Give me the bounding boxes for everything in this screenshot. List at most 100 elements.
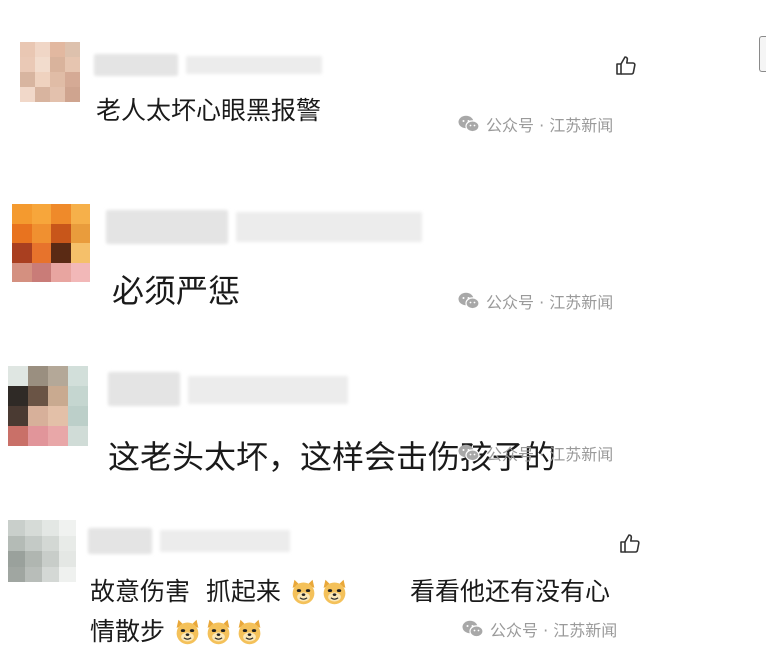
avatar-pixel: [65, 87, 80, 102]
avatar-pixel: [59, 551, 76, 567]
avatar[interactable]: [20, 42, 80, 102]
avatar-pixel: [12, 223, 32, 243]
avatar-pixel: [42, 551, 59, 567]
avatar-pixel: [48, 366, 68, 386]
avatar-pixel: [42, 566, 59, 582]
avatar-pixel: [8, 566, 25, 582]
avatar-pixel: [25, 535, 42, 551]
avatar-pixel: [68, 386, 88, 406]
avatar-pixel: [70, 223, 90, 243]
avatar-pixel: [68, 406, 88, 426]
username-blurred: [236, 212, 422, 242]
username-blurred: [106, 210, 228, 244]
thumbs-up-icon[interactable]: [614, 54, 638, 78]
watermark: 公众号 · 江苏新闻: [458, 289, 613, 313]
avatar-pixel: [28, 366, 48, 386]
avatar-pixel: [31, 204, 51, 224]
avatar-pixel: [28, 406, 48, 426]
avatar-pixel: [25, 551, 42, 567]
doge-emoji-icon: [235, 617, 264, 646]
avatar-pixel: [31, 262, 51, 282]
avatar-pixel: [48, 386, 68, 406]
avatar-pixel: [31, 243, 51, 263]
username-blurred: [188, 376, 348, 404]
avatar-pixel: [50, 57, 65, 72]
wechat-icon: [458, 115, 480, 133]
avatar-pixel: [35, 72, 50, 87]
doge-emoji-icon: [173, 617, 202, 646]
avatar-pixel: [8, 520, 25, 536]
watermark: 公众号 · 江苏新闻: [458, 441, 613, 465]
wechat-icon: [458, 444, 480, 462]
avatar-pixel: [12, 262, 32, 282]
avatar-pixel: [28, 386, 48, 406]
avatar-pixel: [25, 520, 42, 536]
wechat-icon: [462, 620, 484, 638]
thumbs-up-icon[interactable]: [618, 532, 642, 556]
avatar-pixel: [35, 57, 50, 72]
avatar-pixel: [20, 57, 35, 72]
avatar-pixel: [42, 520, 59, 536]
avatar-pixel: [8, 366, 28, 386]
comment-text-line2: 情散步: [90, 612, 266, 648]
avatar[interactable]: [8, 366, 88, 446]
watermark-text: 公众号 · 江苏新闻: [486, 293, 614, 312]
avatar-pixel: [59, 566, 76, 582]
avatar-pixel: [59, 535, 76, 551]
username-blurred: [94, 54, 178, 76]
doge-emoji-icon: [204, 617, 233, 646]
avatar-pixel: [20, 87, 35, 102]
avatar-pixel: [8, 426, 28, 446]
avatar-pixel: [20, 72, 35, 87]
avatar-pixel: [50, 87, 65, 102]
comment-text: 看看他还有没有心: [410, 577, 611, 606]
watermark: 公众号 · 江苏新闻: [458, 112, 613, 136]
username-blurred: [186, 56, 322, 74]
watermark-text: 公众号 · 江苏新闻: [486, 445, 614, 464]
avatar-pixel: [12, 204, 32, 224]
doge-emoji-icon: [320, 577, 349, 606]
scrollbar-edge[interactable]: [759, 36, 766, 72]
avatar-pixel: [70, 204, 90, 224]
avatar-pixel: [68, 426, 88, 446]
avatar-pixel: [51, 204, 71, 224]
avatar-pixel: [65, 42, 80, 57]
avatar-pixel: [25, 566, 42, 582]
avatar-pixel: [8, 535, 25, 551]
avatar-pixel: [65, 72, 80, 87]
avatar-pixel: [70, 243, 90, 263]
avatar-pixel: [42, 535, 59, 551]
avatar-pixel: [28, 426, 48, 446]
avatar[interactable]: [12, 204, 90, 282]
avatar-pixel: [48, 426, 68, 446]
username-blurred: [108, 372, 180, 406]
watermark-text: 公众号 · 江苏新闻: [486, 116, 614, 135]
avatar-pixel: [51, 262, 71, 282]
avatar-pixel: [51, 223, 71, 243]
comment-text: 必须严惩: [112, 272, 241, 310]
username-blurred: [88, 528, 152, 554]
avatar-pixel: [8, 406, 28, 426]
comment-text-line1: 故意伤害 抓起来: [90, 572, 351, 608]
avatar-pixel: [65, 57, 80, 72]
username-blurred: [160, 530, 290, 552]
avatar-pixel: [31, 223, 51, 243]
comment-text: 老人太坏心眼黑报警: [96, 96, 322, 125]
avatar-pixel: [70, 262, 90, 282]
avatar[interactable]: [8, 520, 76, 582]
avatar-pixel: [20, 42, 35, 57]
avatar-pixel: [35, 87, 50, 102]
avatar-pixel: [8, 386, 28, 406]
avatar-pixel: [50, 42, 65, 57]
avatar-pixel: [12, 243, 32, 263]
avatar-pixel: [51, 243, 71, 263]
watermark: 公众号 · 江苏新闻: [462, 617, 617, 641]
avatar-pixel: [68, 366, 88, 386]
avatar-pixel: [59, 520, 76, 536]
comment-text: 情散步: [90, 617, 166, 646]
avatar-pixel: [8, 551, 25, 567]
avatar-pixel: [48, 406, 68, 426]
wechat-icon: [458, 292, 480, 310]
doge-emoji-icon: [289, 577, 318, 606]
comment-text: 故意伤害 抓起来: [90, 577, 281, 606]
